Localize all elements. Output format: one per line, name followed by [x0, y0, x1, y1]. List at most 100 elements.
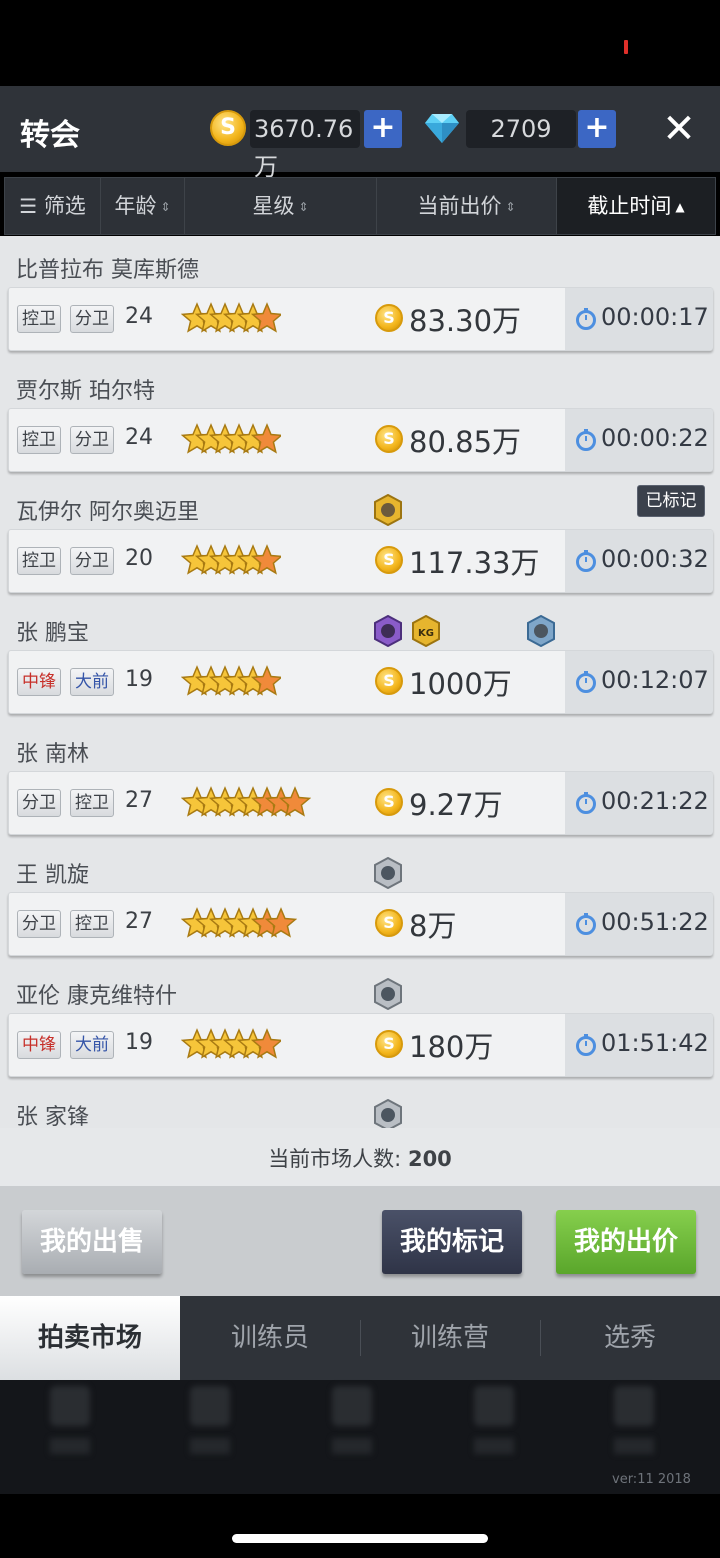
sort-age-label: 年龄: [114, 194, 157, 218]
tab-draft[interactable]: 选秀: [540, 1296, 720, 1380]
blurred-icon: [614, 1386, 654, 1426]
time-remaining: 00:00:17: [601, 303, 709, 331]
sort-asc-icon: ▲: [675, 200, 685, 214]
player-row[interactable]: 中锋 大前 19 S 1000万 00:12:07: [8, 650, 713, 714]
blurred-icon: [474, 1386, 514, 1426]
position-tag: 控卫: [70, 789, 114, 817]
list-item[interactable]: 贾尔斯 珀尔特 控卫 分卫 24 S 80.85万 00:00:22: [0, 357, 720, 478]
player-name: 瓦伊尔 阿尔奥迈里: [16, 500, 199, 525]
tab-auction-market[interactable]: 拍卖市场: [0, 1296, 180, 1380]
blurred-icon: [190, 1386, 230, 1426]
sort-bar: ☰ 筛选 年龄 ⇕ 星级 ⇕ 当前出价 ⇕ 截止时间 ▲: [4, 177, 716, 235]
current-bid: 1000万: [409, 667, 512, 701]
time-remaining: 00:12:07: [601, 666, 709, 694]
player-age: 20: [125, 546, 153, 571]
sort-deadline-label: 截止时间: [587, 194, 672, 218]
position-tag: 分卫: [70, 426, 114, 454]
coin-icon: S: [375, 425, 403, 453]
version-label: ver:11 2018: [612, 1472, 691, 1487]
stopwatch-icon: [576, 550, 596, 572]
stopwatch-icon: [576, 308, 596, 330]
player-row[interactable]: 中锋 大前 19 S 180万 01:51:42: [8, 1013, 713, 1077]
position-tag: 控卫: [17, 305, 61, 333]
position-tag: 分卫: [17, 789, 61, 817]
tab-training-camp[interactable]: 训练营: [360, 1296, 540, 1380]
player-badge-icon: [374, 978, 402, 1010]
sort-age[interactable]: 年龄 ⇕: [101, 178, 185, 234]
bottom-tabs: 拍卖市场 训练员 训练营 选秀: [0, 1296, 720, 1380]
time-remaining: 00:00:32: [601, 545, 709, 573]
star-rating: [181, 1028, 281, 1059]
time-remaining: 00:21:22: [601, 787, 709, 815]
player-list[interactable]: 比普拉布 莫库斯德 控卫 分卫 24 S 83.30万 00:00:17 贾尔斯…: [0, 236, 720, 1128]
add-coins-button[interactable]: +: [364, 110, 402, 148]
list-item[interactable]: 瓦伊尔 阿尔奥迈里 已标记 控卫 分卫 20 S 117.33万 00:00:3…: [0, 478, 720, 599]
player-name: 贾尔斯 珀尔特: [16, 379, 155, 404]
position-tag: 控卫: [70, 910, 114, 938]
sort-deadline[interactable]: 截止时间 ▲: [557, 178, 715, 234]
blurred-icon: [332, 1386, 372, 1426]
home-indicator[interactable]: [232, 1534, 488, 1543]
my-bids-button[interactable]: 我的出价: [556, 1210, 696, 1274]
list-item[interactable]: 张 南林 分卫 控卫 27 S 9.27万 00:21:22: [0, 720, 720, 841]
player-name: 张 南林: [16, 742, 89, 767]
my-sales-button[interactable]: 我的出售: [22, 1210, 162, 1274]
marked-badge: 已标记: [637, 485, 705, 517]
player-row[interactable]: 分卫 控卫 27 S 9.27万 00:21:22: [8, 771, 713, 835]
stopwatch-icon: [576, 792, 596, 814]
player-row[interactable]: 控卫 分卫 24 S 80.85万 00:00:22: [8, 408, 713, 472]
my-marks-button[interactable]: 我的标记: [382, 1210, 522, 1274]
player-name: 亚伦 康克维特什: [16, 984, 177, 1009]
star-rating: [181, 423, 281, 454]
position-tag: 中锋: [17, 668, 61, 696]
gem-balance: 2709: [466, 110, 576, 148]
player-name: 比普拉布 莫库斯德: [16, 258, 199, 283]
blurred-label: [190, 1438, 230, 1454]
add-gems-button[interactable]: +: [578, 110, 616, 148]
current-bid: 117.33万: [409, 546, 540, 580]
player-age: 24: [125, 425, 153, 450]
list-item[interactable]: 张 家锋: [0, 1083, 720, 1128]
list-item[interactable]: 张 鹏宝 KG 中锋 大前 19 S 1000万 00:12:07: [0, 599, 720, 720]
deadline-box: 00:51:22: [565, 893, 713, 955]
player-badge-icon: [374, 857, 402, 889]
position-tag: 分卫: [70, 547, 114, 575]
player-row[interactable]: 分卫 控卫 27 S 8万 00:51:22: [8, 892, 713, 956]
recording-indicator: [624, 40, 628, 54]
blurred-label: [50, 1438, 90, 1454]
action-bar: 我的出售 我的标记 我的出价: [0, 1186, 720, 1296]
star-rating: [181, 544, 281, 575]
sort-updown-icon: ⇕: [298, 200, 309, 214]
close-button[interactable]: ✕: [660, 109, 698, 149]
position-tag: 分卫: [17, 910, 61, 938]
list-item[interactable]: 亚伦 康克维特什 中锋 大前 19 S 180万 01:51:42: [0, 962, 720, 1083]
deadline-box: 00:00:22: [565, 409, 713, 471]
position-tag: 中锋: [17, 1031, 61, 1059]
blurred-label: [474, 1438, 514, 1454]
sort-updown-icon: ⇕: [160, 200, 171, 214]
list-item[interactable]: 王 凯旋 分卫 控卫 27 S 8万 00:51:22: [0, 841, 720, 962]
star-rating: [181, 665, 281, 696]
list-item[interactable]: 比普拉布 莫库斯德 控卫 分卫 24 S 83.30万 00:00:17: [0, 236, 720, 357]
coin-icon: S: [375, 304, 403, 332]
tab-trainers[interactable]: 训练员: [180, 1296, 360, 1380]
deadline-box: 00:00:17: [565, 288, 713, 350]
sort-bid[interactable]: 当前出价 ⇕: [377, 178, 557, 234]
filter-icon: ☰: [19, 194, 38, 218]
player-row[interactable]: 控卫 分卫 24 S 83.30万 00:00:17: [8, 287, 713, 351]
player-age: 27: [125, 788, 153, 813]
diamond-icon: [425, 114, 459, 143]
player-age: 24: [125, 304, 153, 329]
filter-button[interactable]: ☰ 筛选: [5, 178, 101, 234]
stopwatch-icon: [576, 429, 596, 451]
stopwatch-icon: [576, 1034, 596, 1056]
status-bar: [0, 0, 720, 86]
coin-icon: S: [210, 110, 246, 146]
current-bid: 83.30万: [409, 304, 522, 338]
position-tag: 大前: [70, 1031, 114, 1059]
player-row[interactable]: 控卫 分卫 20 S 117.33万 00:00:32: [8, 529, 713, 593]
player-name: 张 鹏宝: [16, 621, 89, 646]
sort-stars[interactable]: 星级 ⇕: [185, 178, 377, 234]
coin-icon: S: [375, 788, 403, 816]
position-tag: 分卫: [70, 305, 114, 333]
